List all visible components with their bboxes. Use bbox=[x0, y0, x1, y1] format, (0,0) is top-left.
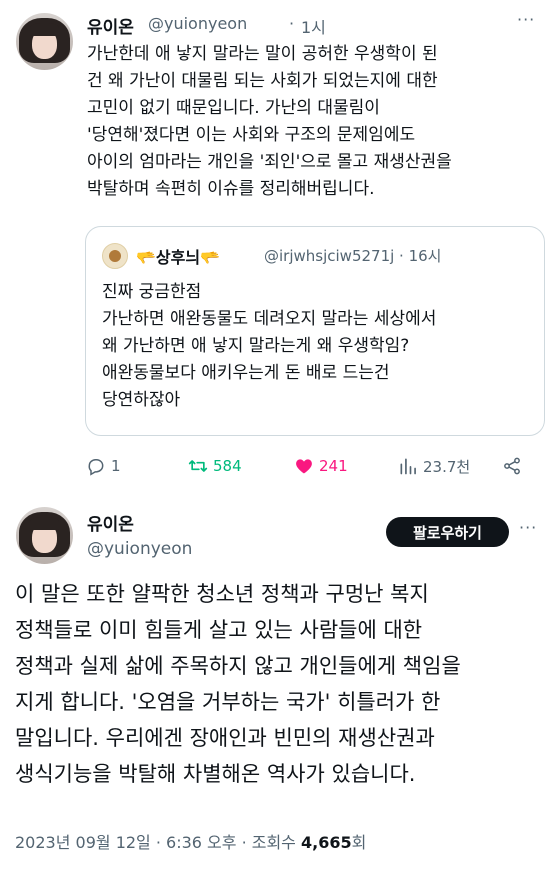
more-options-icon[interactable]: ··· bbox=[519, 518, 537, 537]
retweet-icon bbox=[188, 460, 208, 472]
tweet-timestamp[interactable]: 2023년 09월 12일 · 6:36 오후 · 조회수 bbox=[15, 833, 296, 852]
action-bar: 1 584 241 23.7천 bbox=[0, 455, 559, 477]
like-button[interactable]: 241 bbox=[294, 455, 348, 477]
quoted-text-line: 애완동물보다 애키우는게 돈 배로 드는건 bbox=[102, 363, 390, 383]
analytics-icon bbox=[400, 458, 416, 475]
views-button[interactable]: 23.7천 bbox=[398, 455, 470, 477]
heart-icon bbox=[296, 459, 312, 474]
quoted-text-line: 왜 가난하면 애 낳지 말라는게 왜 우생학임? bbox=[102, 336, 410, 356]
author-handle[interactable]: @yuionyeon bbox=[148, 14, 247, 33]
quoted-text-line: 진짜 궁금한점 bbox=[102, 282, 202, 302]
tweet-text-line: 고민이 없기 때문입니다. 가난의 대물림이 bbox=[87, 98, 380, 118]
tweet-text-line: 말입니다. 우리에겐 장애인과 빈민의 재생산권과 bbox=[15, 726, 435, 750]
view-count: 23.7천 bbox=[423, 457, 471, 476]
reply-count: 1 bbox=[111, 457, 121, 475]
share-button[interactable] bbox=[502, 455, 527, 477]
retweet-button[interactable]: 584 bbox=[188, 455, 242, 477]
quoted-tweet-text: 진짜 궁금한점 가난하면 애완동물도 데려오지 말라는 세상에서 왜 가난하면 … bbox=[102, 279, 532, 414]
quoted-author-name: 🫳상후늬🫳 bbox=[136, 248, 221, 267]
retweet-count: 584 bbox=[213, 457, 242, 475]
tweet-text-line: 가난한데 애 낳지 말라는 말이 공허한 우생학이 된 bbox=[87, 44, 438, 64]
tweet-text-line: 건 왜 가난이 대물림 되는 사회가 되었는지에 대한 bbox=[87, 71, 438, 91]
tweet-time[interactable]: 1시 bbox=[301, 14, 326, 38]
tweet-text-line: 정책과 실제 삶에 주목하지 않고 개인들에게 책임을 bbox=[15, 654, 461, 678]
author-handle[interactable]: @yuionyeon bbox=[87, 539, 192, 559]
view-count: 4,665 bbox=[301, 833, 352, 852]
share-icon bbox=[504, 457, 520, 475]
reply-icon bbox=[88, 459, 104, 476]
tweet-text-line: 생식기능을 박탈해 차별해온 역사가 있습니다. bbox=[15, 762, 416, 786]
tweet-text-line: 지게 합니다. '오염을 거부하는 국가' 히틀러가 한 bbox=[15, 690, 441, 714]
view-count-suffix: 회 bbox=[351, 833, 367, 852]
time-separator: · bbox=[289, 14, 295, 33]
tweet-text: 이 말은 또한 얄팍한 청소년 정책과 구멍난 복지 정책들로 이미 힘들게 살… bbox=[15, 576, 550, 792]
tweet-text-line: 아이의 엄마라는 개인을 '죄인'으로 몰고 재생산권을 bbox=[87, 152, 452, 172]
follow-button[interactable]: 팔로우하기 bbox=[386, 517, 509, 547]
quoted-avatar[interactable] bbox=[102, 243, 128, 269]
quoted-text-line: 당연하잖아 bbox=[102, 390, 181, 410]
tweet-text-line: '당연해'졌다면 이는 사회와 구조의 문제임에도 bbox=[87, 125, 416, 145]
avatar[interactable] bbox=[16, 13, 73, 70]
tweet-text-line: 박탈하며 속편히 이슈를 정리해버립니다. bbox=[87, 179, 375, 199]
quoted-text-line: 가난하면 애완동물도 데려오지 말라는 세상에서 bbox=[102, 309, 437, 329]
avatar[interactable] bbox=[16, 507, 73, 564]
tweet-text-line: 정책들로 이미 힘들게 살고 있는 사람들에 대한 bbox=[15, 618, 423, 642]
quoted-tweet[interactable]: 🫳상후늬🫳 @irjwhsjciw5271j · 16시 진짜 궁금한점 가난하… bbox=[85, 226, 545, 436]
reply-button[interactable]: 1 bbox=[86, 455, 121, 477]
tweet-text-line: 이 말은 또한 얄팍한 청소년 정책과 구멍난 복지 bbox=[15, 582, 429, 606]
tweet-meta: 2023년 09월 12일 · 6:36 오후 · 조회수 4,665회 bbox=[15, 829, 366, 853]
tweet-text: 가난한데 애 낳지 말라는 말이 공허한 우생학이 된 건 왜 가난이 대물림 … bbox=[87, 41, 547, 203]
author-name[interactable]: 유이온 bbox=[87, 510, 134, 535]
more-options-icon[interactable]: ··· bbox=[517, 10, 535, 29]
author-name[interactable]: 유이온 bbox=[87, 13, 134, 38]
like-count: 241 bbox=[319, 457, 348, 475]
quoted-author-handle: @irjwhsjciw5271j · 16시 bbox=[264, 247, 442, 265]
